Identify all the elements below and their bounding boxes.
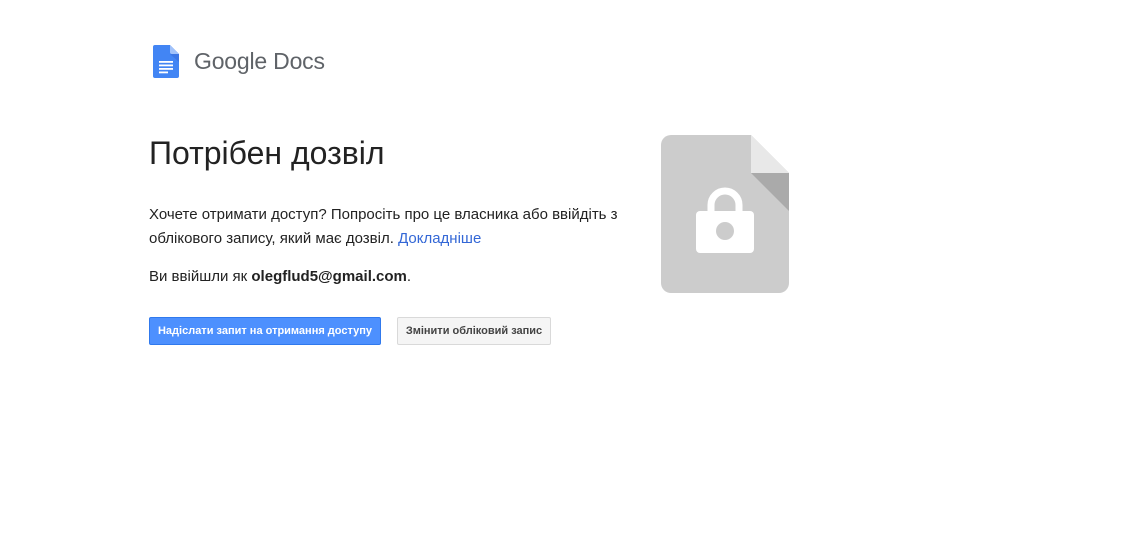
page-title: Потрібен дозвіл — [149, 135, 385, 171]
access-denied-panel: Потрібен дозвіл Хочете отримати доступ? … — [149, 134, 629, 289]
google-docs-logo[interactable]: Google Docs — [153, 44, 325, 78]
signed-in-prefix: Ви ввійшли як — [149, 268, 248, 285]
switch-account-button[interactable]: Змінити обліковий запис — [397, 317, 551, 345]
google-docs-icon — [153, 44, 179, 78]
signed-in-suffix: . — [406, 268, 412, 285]
action-buttons: Надіслати запит на отримання доступу Змі… — [149, 317, 551, 345]
locked-file-icon — [661, 135, 789, 293]
logo-product: Docs — [273, 47, 325, 74]
request-access-button[interactable]: Надіслати запит на отримання доступу — [149, 317, 381, 345]
signed-in-info: Ви ввійшли як olegflud5@gmail.com. — [149, 265, 629, 289]
logo-text: Google Docs — [194, 48, 325, 75]
page: Google Docs Потрібен дозвіл Хочете отрим… — [0, 0, 1128, 533]
access-description: Хочете отримати доступ? Попросіть про це… — [149, 203, 629, 251]
logo-brand: Google — [194, 47, 267, 74]
learn-more-link[interactable]: Докладніше — [398, 230, 481, 247]
description-text: Хочете отримати доступ? Попросіть про це… — [149, 206, 618, 247]
signed-in-email: olegflud5@gmail.com — [251, 268, 407, 285]
